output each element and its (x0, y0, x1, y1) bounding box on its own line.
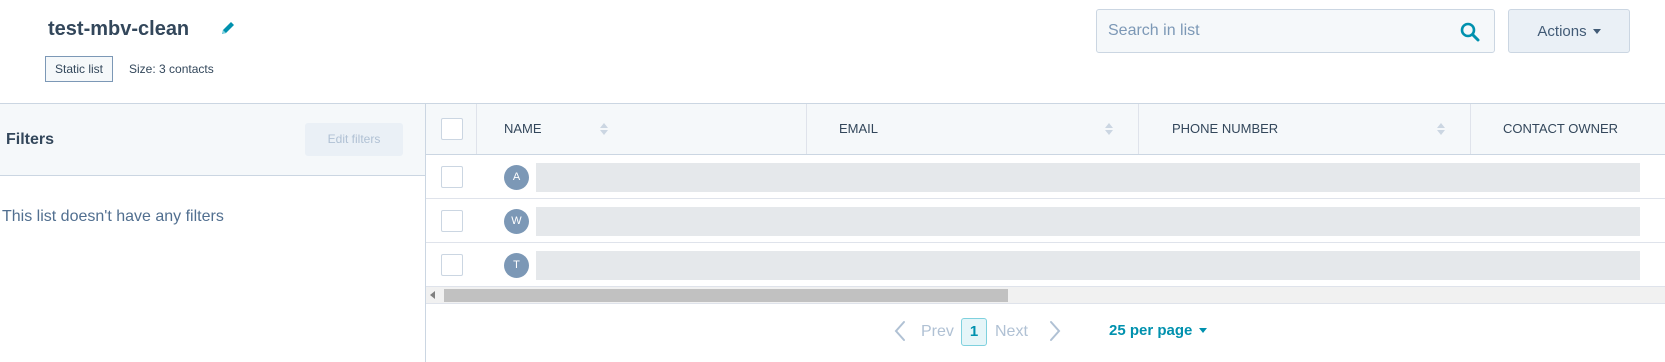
actions-label: Actions (1537, 22, 1587, 40)
scroll-left-arrow-icon[interactable] (430, 291, 435, 299)
actions-button[interactable]: Actions (1508, 9, 1630, 53)
search-input[interactable] (1097, 10, 1457, 52)
table-row[interactable]: A (426, 155, 1665, 199)
column-label: CONTACT OWNER (1503, 121, 1619, 136)
column-label: EMAIL (839, 121, 879, 136)
column-label: PHONE NUMBER (1172, 121, 1279, 136)
scrollbar-thumb[interactable] (444, 289, 1008, 302)
row-checkbox[interactable] (441, 254, 463, 276)
horizontal-scrollbar[interactable] (426, 287, 1665, 304)
column-header-name[interactable]: NAME (477, 104, 807, 154)
page-number-button[interactable]: 1 (961, 318, 987, 346)
sort-icon[interactable] (1104, 121, 1114, 137)
caret-down-icon (1592, 28, 1601, 34)
prev-page-button[interactable]: Prev (921, 323, 954, 341)
sort-icon[interactable] (599, 121, 609, 137)
row-checkbox[interactable] (441, 166, 463, 188)
pencil-icon[interactable] (220, 20, 236, 36)
select-all-checkbox[interactable] (441, 118, 463, 140)
list-title: test-mbv-clean (48, 18, 190, 40)
contacts-table: NAME EMAIL PHONE NUMBER CONTACT OWNER A (426, 103, 1665, 362)
column-header-phone[interactable]: PHONE NUMBER (1139, 104, 1471, 154)
list-type-badge: Static list (45, 56, 114, 82)
sort-icon[interactable] (1436, 121, 1446, 137)
row-checkbox[interactable] (441, 210, 463, 232)
next-page-button[interactable]: Next (995, 323, 1028, 341)
avatar: A (504, 165, 529, 190)
select-all-cell (426, 104, 477, 154)
empty-filters-message: This list doesn't have any filters (2, 208, 224, 225)
column-label: NAME (504, 121, 542, 136)
column-header-email[interactable]: EMAIL (807, 104, 1139, 154)
table-row[interactable]: T (426, 243, 1665, 287)
per-page-label: 25 per page (1109, 322, 1193, 339)
search-icon[interactable] (1460, 22, 1480, 42)
chevron-right-icon[interactable] (1048, 319, 1062, 343)
list-size: Size: 3 contacts (129, 62, 214, 76)
loading-placeholder (536, 251, 1640, 280)
search-box (1096, 9, 1495, 53)
filters-panel: Filters Edit filters This list doesn't h… (0, 103, 426, 362)
avatar: W (504, 209, 529, 234)
table-row[interactable]: W (426, 199, 1665, 243)
filters-title: Filters (6, 131, 55, 148)
chevron-left-icon[interactable] (893, 319, 907, 343)
caret-down-icon (1199, 328, 1208, 333)
per-page-dropdown[interactable]: 25 per page (1109, 322, 1208, 339)
table-header: NAME EMAIL PHONE NUMBER CONTACT OWNER (426, 104, 1665, 155)
pagination: Prev 1 Next 25 per page (426, 317, 1665, 347)
edit-filters-button[interactable]: Edit filters (305, 123, 403, 156)
column-header-owner[interactable]: CONTACT OWNER (1471, 104, 1665, 154)
filters-header: Filters Edit filters (0, 104, 425, 176)
avatar: T (504, 253, 529, 278)
loading-placeholder (536, 207, 1640, 236)
loading-placeholder (536, 163, 1640, 192)
